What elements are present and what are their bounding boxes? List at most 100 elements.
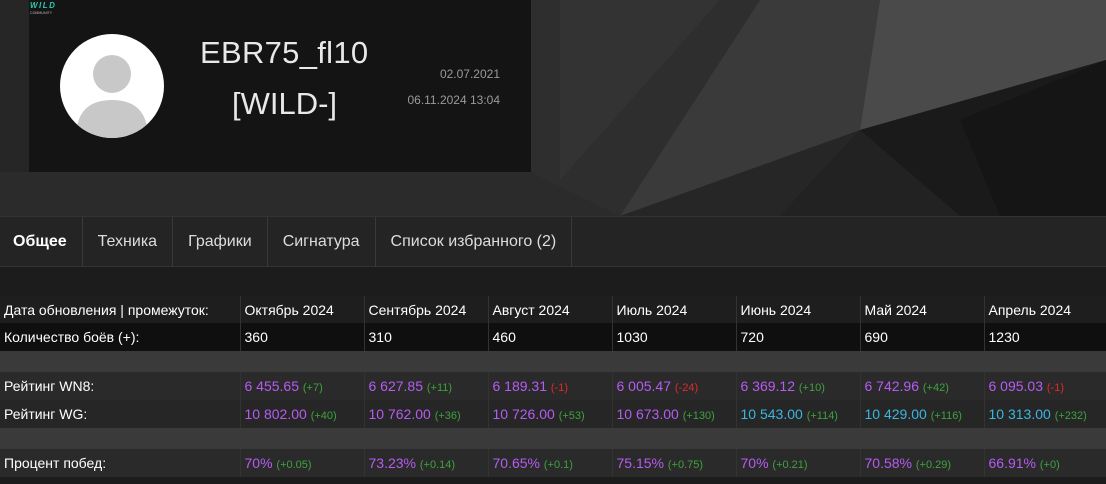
winrate-value: 70% [244,455,273,471]
wn8-cell: 6 455.65 (+7) [239,372,364,400]
winrate-cell: 70.58% (+0.29) [859,449,984,477]
table-row-winrate: Процент побед: 70% (+0.05) 73.23% (+0.14)… [0,449,1106,477]
winrate-delta: (+0.75) [667,459,704,471]
table-separator [0,428,1106,449]
winrate-delta: (+0.05) [276,459,312,471]
last-battle-date: 06.11.2024 13:04 [407,93,500,107]
wg-delta: (+130) [682,410,715,422]
user-avatar-icon [76,55,148,138]
wn8-cell: 6 005.47 (-24) [611,372,736,400]
wn8-delta: (+11) [426,382,453,394]
winrate-delta: (+0.29) [915,459,952,471]
winrate-value: 66.91% [988,455,1036,471]
clan-logo-subtext: COMMUNITY [30,11,53,15]
wn8-value: 6 005.47 [616,378,672,394]
battles-cell: 1230 [983,323,1106,351]
wg-cell: 10 429.00 (+116) [859,400,984,428]
winrate-cell: 75.15% (+0.75) [611,449,736,477]
wn8-delta: (+42) [922,382,949,394]
battles-cell: 720 [735,323,860,351]
table-row-wn8: Рейтинг WN8: 6 455.65 (+7) 6 627.85 (+11)… [0,372,1106,400]
wn8-cell: 6 742.96 (+42) [859,372,984,400]
tab-graphs[interactable]: Графики [173,217,268,266]
wg-delta: (+116) [930,410,962,422]
table-header-row: Дата обновления | промежуток: Октябрь 20… [0,296,1106,323]
winrate-delta: (+0.21) [772,459,808,471]
wn8-delta: (-24) [674,382,699,394]
battles-cell: 1030 [611,323,736,351]
wn8-value: 6 742.96 [864,378,920,394]
tab-vehicles[interactable]: Техника [83,217,174,266]
wn8-value: 6 095.03 [988,378,1044,394]
wg-value: 10 673.00 [616,406,679,422]
wn8-cell: 6 627.85 (+11) [363,372,488,400]
battles-cell: 460 [487,323,612,351]
row-label: Процент побед: [0,449,240,477]
wg-cell: 10 726.00 (+53) [487,400,612,428]
winrate-delta: (+0.14) [419,459,456,471]
winrate-cell: 70% (+0.05) [239,449,364,477]
wg-value: 10 802.00 [244,406,307,422]
wn8-value: 6 627.85 [368,378,424,394]
wg-cell: 10 313.00 (+232) [983,400,1106,428]
wn8-cell: 6 189.31 (-1) [487,372,612,400]
clan-logo-text: WILD [30,1,56,10]
wn8-delta: (+7) [302,382,323,394]
registration-date: 02.07.2021 [439,67,500,81]
wg-value: 10 313.00 [988,406,1051,422]
wn8-cell: 6 095.03 (-1) [983,372,1106,400]
profile-tabs: Общее Техника Графики Сигнатура Список и… [0,216,1106,267]
avatar [60,34,164,138]
wn8-value: 6 455.65 [244,378,300,394]
wg-value: 10 543.00 [740,406,803,422]
row-label: Рейтинг WG: [0,400,240,428]
battles-cell: 360 [239,323,364,351]
player-nickname: EBR75_fl10 [200,35,369,70]
clan-tag-link[interactable]: [WILD-] [232,86,337,122]
wg-cell: 10 673.00 (+130) [611,400,736,428]
winrate-delta: (+0.1) [543,459,573,471]
winrate-delta: (+0) [1039,459,1060,471]
tab-favorites[interactable]: Список избранного (2) [376,217,573,266]
battles-cell: 690 [859,323,984,351]
table-separator [0,351,1106,372]
winrate-cell: 66.91% (+0) [983,449,1106,477]
header-label: Дата обновления | промежуток: [0,296,240,323]
month-header: Октябрь 2024 [239,296,364,323]
row-label: Рейтинг WN8: [0,372,240,400]
wn8-delta: (-1) [550,382,568,394]
wn8-cell: 6 369.12 (+10) [735,372,860,400]
winrate-value: 70% [740,455,769,471]
monthly-stats-table: Дата обновления | промежуток: Октябрь 20… [0,296,1106,477]
row-label: Количество боёв (+): [0,323,240,351]
wg-delta: (+40) [310,410,337,422]
wn8-delta: (-1) [1046,382,1064,394]
table-row-wg: Рейтинг WG: 10 802.00 (+40) 10 762.00 (+3… [0,400,1106,428]
clan-logo[interactable]: WILD COMMUNITY [29,0,63,16]
profile-card: EBR75_fl10 WILD COMMUNITY [WILD-] 02.07.… [29,0,531,172]
wn8-delta: (+10) [798,382,825,394]
month-header: Май 2024 [859,296,984,323]
profile-banner: EBR75_fl10 WILD COMMUNITY [WILD-] 02.07.… [0,0,1106,216]
month-header: Апрель 2024 [983,296,1106,323]
winrate-value: 75.15% [616,455,664,471]
wg-value: 10 726.00 [492,406,555,422]
wg-delta: (+114) [806,410,838,422]
winrate-cell: 70% (+0.21) [735,449,860,477]
winrate-value: 70.65% [492,455,540,471]
table-row-battles: Количество боёв (+): 360 310 460 1030 72… [0,323,1106,351]
month-header: Август 2024 [487,296,612,323]
winrate-value: 70.58% [864,455,912,471]
month-header: Июль 2024 [611,296,736,323]
wg-cell: 10 762.00 (+36) [363,400,488,428]
wg-cell: 10 802.00 (+40) [239,400,364,428]
wn8-value: 6 189.31 [492,378,548,394]
winrate-cell: 70.65% (+0.1) [487,449,612,477]
tab-signature[interactable]: Сигнатура [268,217,376,266]
wg-value: 10 762.00 [368,406,431,422]
battles-cell: 310 [363,323,488,351]
wg-value: 10 429.00 [864,406,927,422]
tab-general[interactable]: Общее [0,217,83,266]
wn8-value: 6 369.12 [740,378,796,394]
winrate-value: 73.23% [368,455,416,471]
